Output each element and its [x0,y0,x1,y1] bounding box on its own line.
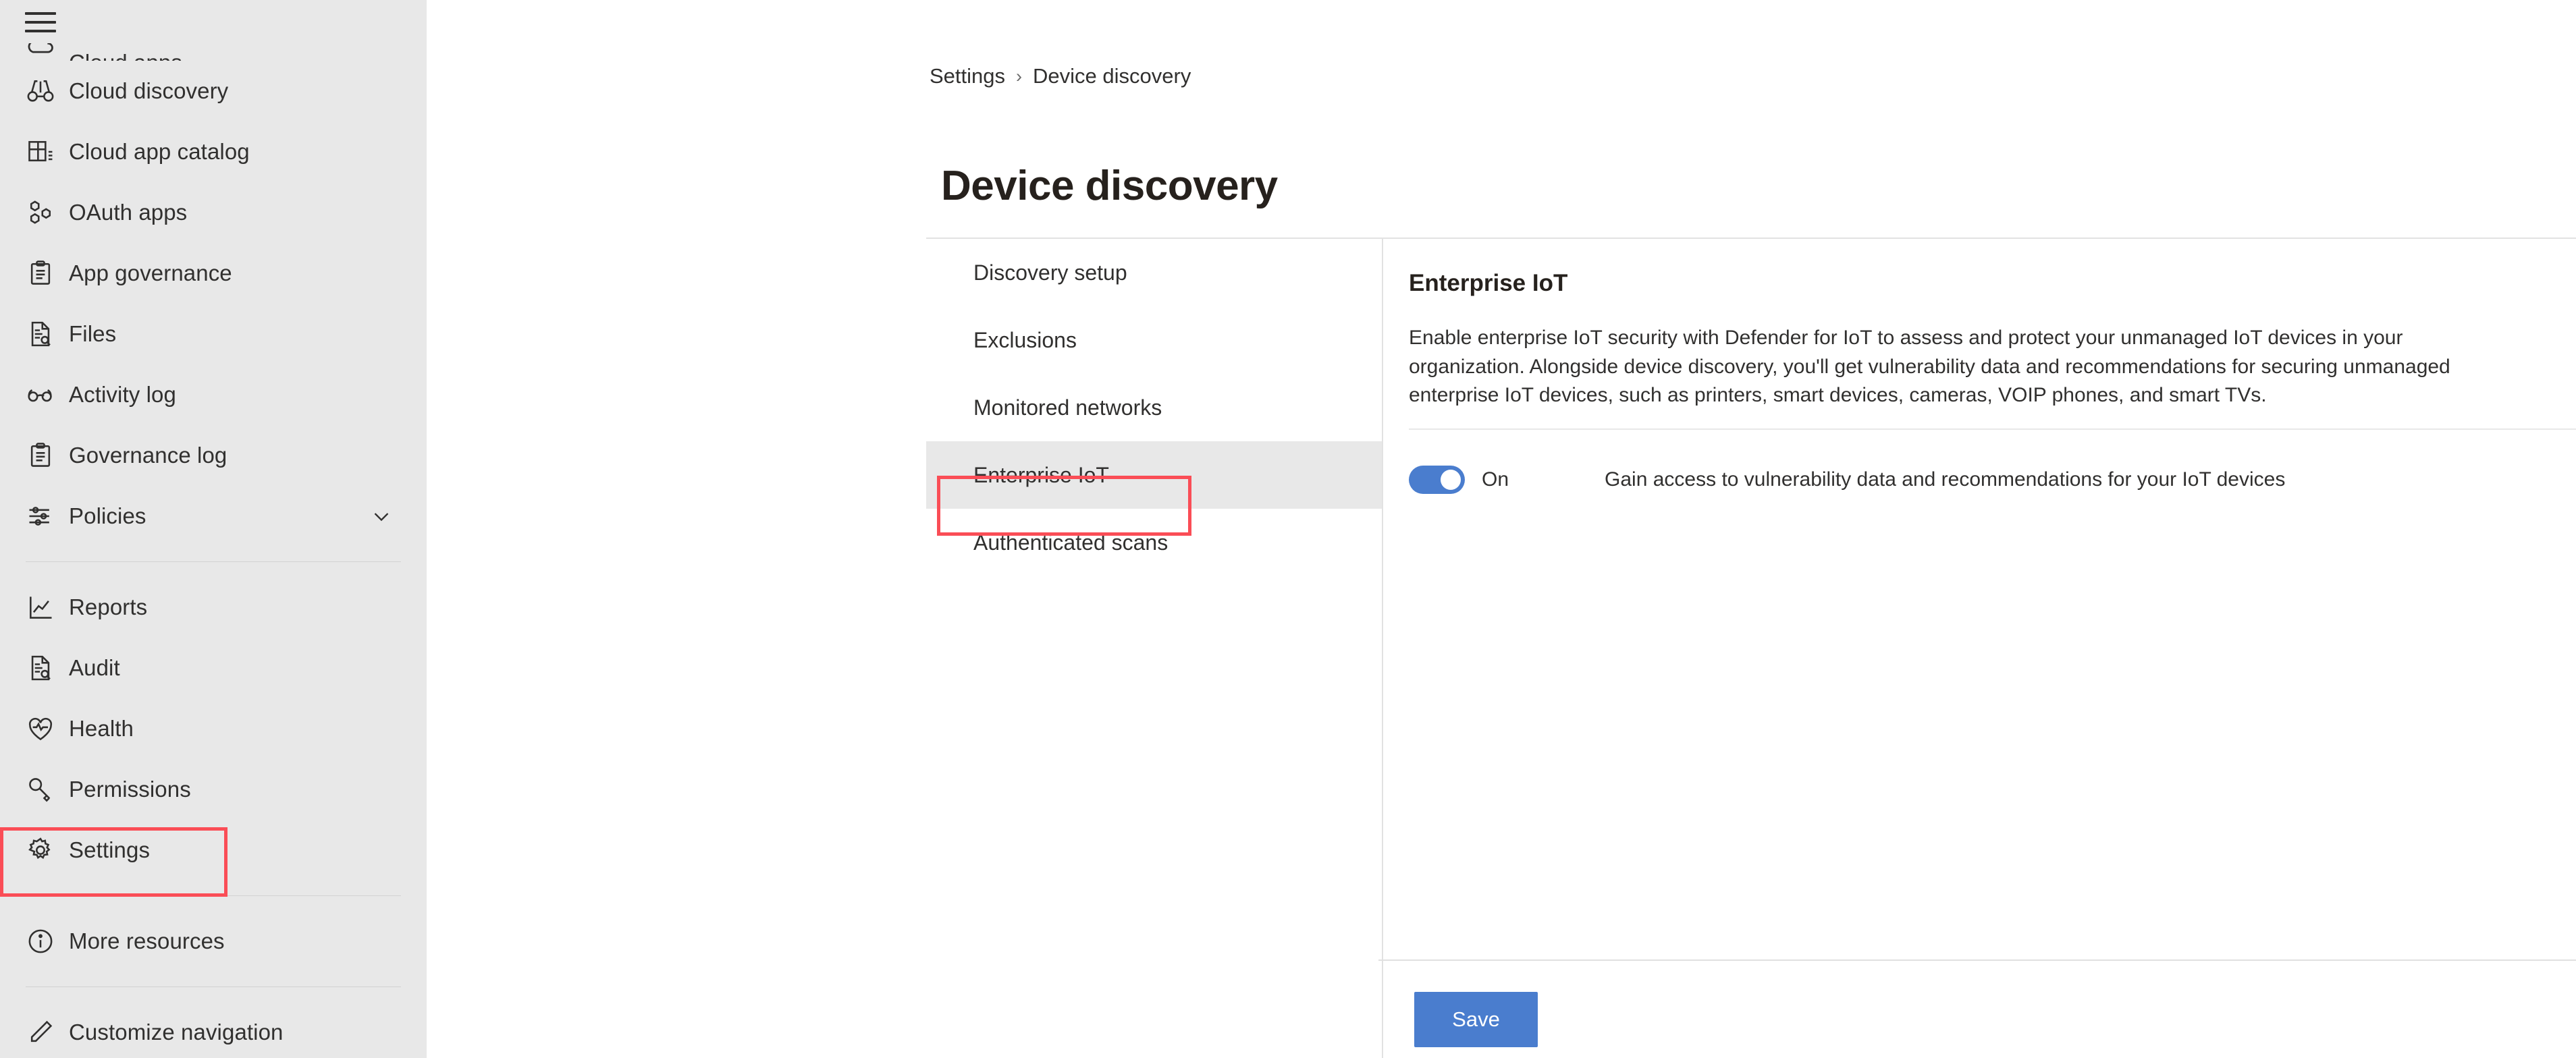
sidebar-item-label: Policies [69,503,146,528]
subnav-item-label: Authenticated scans [973,530,1169,555]
breadcrumb-current: Device discovery [1033,64,1191,88]
pencil-icon [26,1018,62,1047]
toggle-description: Gain access to vulnerability data and re… [1605,468,2286,491]
sidebar-divider-2 [26,895,401,896]
sidebar-item-more-resources[interactable]: More resources [0,911,427,972]
chevron-down-icon[interactable] [369,503,394,529]
enterprise-iot-panel: Enterprise IoT Enable enterprise IoT sec… [1409,270,2511,410]
page-title: Device discovery [941,162,1278,209]
sidebar-item-label: Governance log [69,443,227,468]
info-circle-icon [26,926,62,956]
glasses-icon [26,380,62,410]
sidebar-item-label: Cloud apps [69,50,182,61]
sidebar-divider-1 [26,561,401,562]
sidebar-item-cloud-apps[interactable]: Cloud apps [0,28,427,61]
sidebar-item-audit[interactable]: Audit [0,638,427,698]
subnav-item-label: Monitored networks [973,395,1162,420]
sidebar-item-label: Activity log [69,382,176,407]
subnav-item-enterprise-iot[interactable]: Enterprise IoT [926,441,1382,509]
save-button[interactable]: Save [1414,992,1538,1047]
sidebar-item-label: OAuth apps [69,200,188,225]
hexagons-icon [26,198,62,227]
panel-title: Enterprise IoT [1409,270,1568,296]
panel-divider [1409,428,2576,430]
sidebar-item-label: Permissions [69,777,191,802]
breadcrumb-settings-link[interactable]: Settings [930,64,1005,88]
gear-icon [26,835,62,865]
file-search-icon [26,319,62,349]
sidebar-item-customize-navigation[interactable]: Customize navigation [0,1002,427,1058]
sidebar-item-label: Cloud discovery [69,78,229,103]
key-icon [26,775,62,804]
secondary-nav-divider [1382,239,1383,1058]
panel-description: Enable enterprise IoT security with Defe… [1409,327,2450,407]
sidebar-item-label: App governance [69,260,232,285]
sidebar-item-label: Audit [69,655,120,680]
subnav-item-label: Exclusions [973,327,1077,352]
chart-line-icon [26,592,62,622]
enterprise-iot-toggle-row: On Gain access to vulnerability data and… [1409,466,2285,494]
sidebar-item-permissions[interactable]: Permissions [0,759,427,820]
cloud-apps-icon [26,43,62,61]
enterprise-iot-toggle[interactable] [1409,466,1465,494]
secondary-nav: Discovery setup Exclusions Monitored net… [926,239,1382,1058]
toggle-knob [1441,470,1461,490]
file-search-icon [26,653,62,683]
sidebar-item-label: Customize navigation [69,1020,284,1045]
sidebar-item-label: Files [69,321,117,346]
sidebar-item-cloud-app-catalog[interactable]: Cloud app catalog [0,121,427,182]
sidebar-item-activity-log[interactable]: Activity log [0,364,427,425]
app-root: Cloud apps Cloud discovery [0,0,2576,1058]
binoculars-icon [26,76,62,106]
subnav-item-label: Discovery setup [973,260,1127,285]
sidebar-nav-list: Cloud apps Cloud discovery [0,0,427,1058]
sidebar-item-policies[interactable]: Policies [0,486,427,547]
main-content: Settings › Device discovery Device disco… [427,0,2576,1058]
subnav-item-monitored-networks[interactable]: Monitored networks [926,374,1382,441]
sidebar-item-label: Cloud app catalog [69,139,250,164]
sidebar-item-files[interactable]: Files [0,304,427,364]
subnav-item-exclusions[interactable]: Exclusions [926,306,1382,374]
sidebar-item-label: Reports [69,594,148,619]
catalog-grid-icon [26,137,62,167]
sidebar-item-label: Settings [69,837,151,862]
sidebar-item-governance-log[interactable]: Governance log [0,425,427,486]
sidebar-item-app-governance[interactable]: App governance [0,243,427,304]
breadcrumb: Settings › Device discovery [930,64,1191,88]
sidebar-item-label: Health [69,716,134,741]
sidebar-item-health[interactable]: Health [0,698,427,759]
subnav-item-authenticated-scans[interactable]: Authenticated scans [926,509,1382,576]
sliders-icon [26,501,62,531]
sidebar-divider-3 [26,986,401,987]
clipboard-icon [26,258,62,288]
sidebar-item-cloud-discovery[interactable]: Cloud discovery [0,61,427,121]
primary-sidebar: Cloud apps Cloud discovery [0,0,427,1058]
sidebar-item-label: More resources [69,928,225,953]
subnav-item-discovery-setup[interactable]: Discovery setup [926,239,1382,306]
sidebar-item-oauth-apps[interactable]: OAuth apps [0,182,427,243]
toggle-state-label: On [1482,468,1509,491]
footer-divider [1378,959,2576,961]
sidebar-item-settings[interactable]: Settings [0,820,427,881]
chevron-right-icon: › [1016,65,1023,86]
heart-pulse-icon [26,714,62,744]
subnav-item-label: Enterprise IoT [973,462,1109,487]
clipboard-icon [26,441,62,470]
sidebar-item-reports[interactable]: Reports [0,577,427,638]
